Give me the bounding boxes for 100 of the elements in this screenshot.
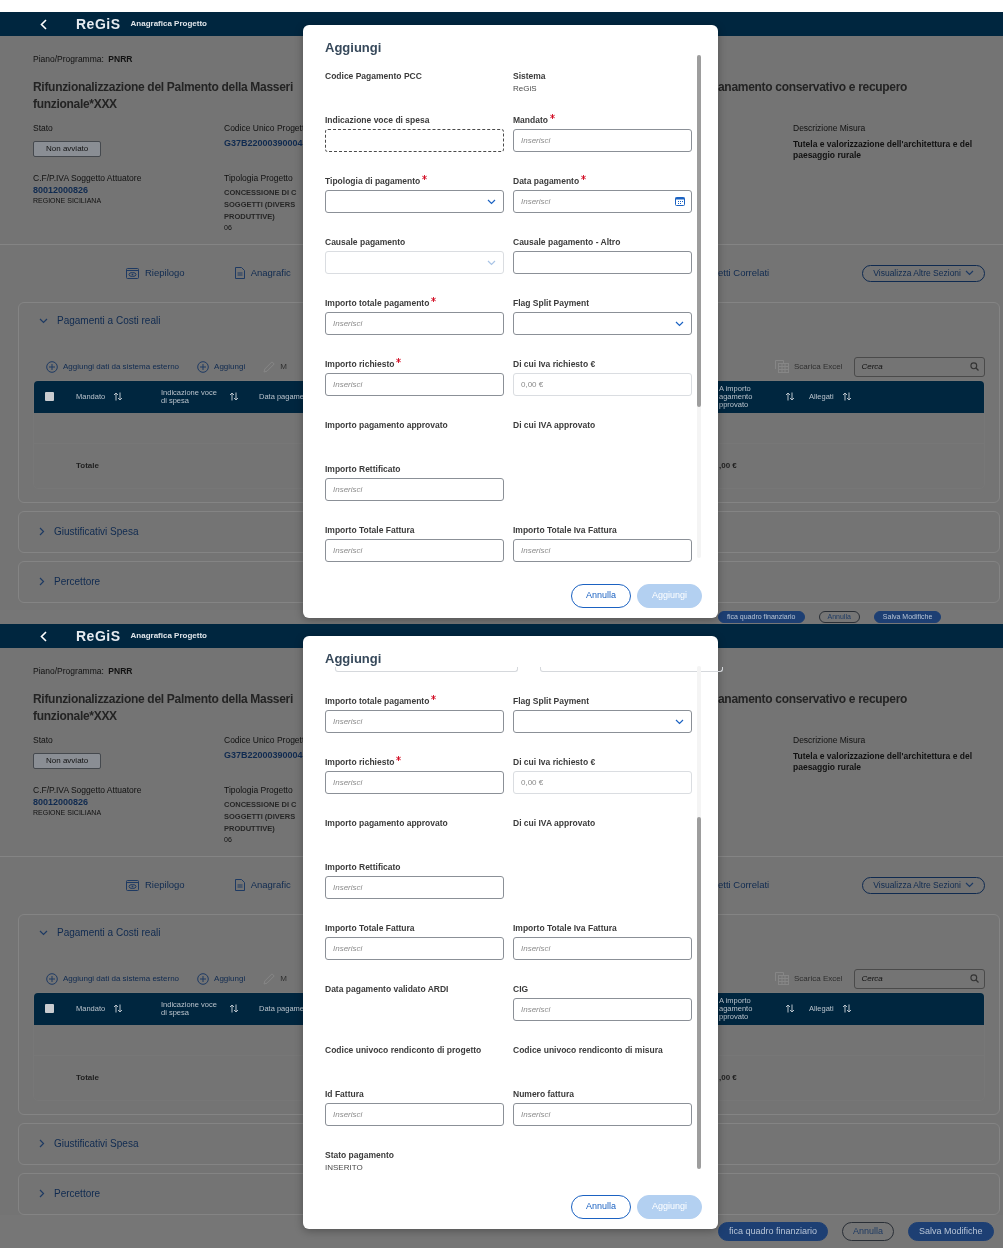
field-label: Id Fattura [325, 1088, 364, 1100]
input-field[interactable] [513, 251, 692, 274]
add-button[interactable]: Aggiungi dati da sistema esterno [46, 972, 180, 985]
nav-link[interactable]: etti Correlati [718, 266, 770, 281]
section-title[interactable]: Pagamenti a Costi reali [57, 925, 161, 941]
field-label: Importo Totale Fattura [325, 922, 415, 934]
dropdown-field[interactable] [513, 710, 692, 733]
document-icon [234, 267, 245, 280]
input-field[interactable]: Inserisci [513, 998, 692, 1021]
input-field[interactable]: Inserisci [325, 478, 504, 501]
cancel-button[interactable]: Annulla [570, 584, 631, 608]
sort-icon[interactable] [113, 1004, 124, 1014]
field-label: Stato [33, 123, 54, 134]
section-title[interactable]: Percettore [54, 1186, 101, 1202]
search-field[interactable]: Cerca [854, 356, 986, 377]
search-field[interactable]: Cerca [854, 968, 986, 989]
section-title[interactable]: Giustificativi Spesa [54, 524, 139, 540]
cup-link[interactable]: G37B22000390004 [224, 749, 305, 761]
scrollbar-thumb[interactable] [697, 816, 701, 1169]
section-title[interactable]: Percettore [54, 574, 101, 590]
chevron-down-icon[interactable] [39, 317, 48, 324]
input-field[interactable]: Inserisci [513, 937, 692, 960]
measure-value: Tutela e valorizzazione dell'architettura e del paesaggio rurale [793, 139, 973, 161]
add-button[interactable]: Aggiungi [197, 972, 246, 985]
sort-icon[interactable] [229, 392, 239, 402]
nav-link[interactable]: etti Correlati [718, 878, 770, 893]
field-value: ReGiS [513, 83, 538, 94]
sort-icon[interactable] [229, 1004, 239, 1014]
input-field[interactable]: Inserisci [325, 876, 504, 899]
input-field[interactable]: Inserisci [513, 539, 692, 562]
chevron-right-icon[interactable] [39, 1189, 45, 1199]
calendar-icon[interactable] [675, 196, 685, 206]
back-icon[interactable] [40, 630, 48, 642]
input-field[interactable]: Inserisci [325, 373, 504, 396]
nav-link[interactable]: Anagrafic [234, 266, 291, 281]
input-field[interactable]: Inserisci [513, 129, 692, 152]
plus-icon [197, 972, 210, 985]
plus-icon [197, 360, 210, 373]
input-field[interactable]: Inserisci [513, 1103, 692, 1126]
field-label: Importo richiesto [325, 756, 395, 768]
back-icon[interactable] [40, 18, 48, 30]
input-field[interactable]: Inserisci [325, 937, 504, 960]
status-badge: Non avviato [33, 753, 102, 769]
status-badge: Non avviato [33, 141, 102, 157]
section-title[interactable]: Pagamenti a Costi reali [57, 313, 161, 329]
input-field[interactable] [325, 129, 504, 152]
sort-icon[interactable] [841, 392, 852, 402]
checkbox[interactable] [45, 392, 54, 402]
action-button[interactable]: Salva Modifiche [908, 1222, 994, 1241]
input-field[interactable]: Inserisci [325, 312, 504, 335]
field-label: Stato pagamento [325, 1149, 394, 1161]
field-label: Importo totale pagamento [325, 297, 430, 309]
chevron-right-icon[interactable] [39, 527, 45, 537]
chevron-right-icon[interactable] [39, 577, 45, 587]
date-field[interactable]: Inserisci [513, 190, 692, 213]
field-label: Tipologia Progetto [224, 173, 294, 184]
implementer-link[interactable]: 80012000826 [33, 796, 224, 808]
input-field[interactable]: Inserisci [325, 1103, 504, 1126]
nav-link[interactable]: Anagrafic [234, 878, 291, 893]
dropdown-field[interactable] [513, 312, 692, 335]
field-label: Sistema [513, 70, 546, 82]
cup-link[interactable]: G37B22000390004 [224, 137, 305, 149]
field-label: Codice Unico Progett [224, 123, 305, 134]
field-label: Flag Split Payment [513, 695, 590, 707]
document-icon [234, 879, 245, 892]
logo-text: ReGiS [76, 626, 121, 646]
nav-link[interactable]: Riepilogo [126, 878, 185, 893]
chevron-down-icon[interactable] [39, 929, 48, 936]
field-label: Numero fattura [513, 1088, 574, 1100]
page-title: Anagrafica Progetto [130, 18, 207, 30]
add-button[interactable]: Aggiungi dati da sistema esterno [46, 360, 180, 373]
required-icon [422, 175, 428, 180]
input-field[interactable]: Inserisci [325, 710, 504, 733]
cancel-button[interactable]: Annulla [570, 1195, 631, 1219]
nav-link[interactable]: Riepilogo [126, 266, 185, 281]
sort-icon[interactable] [113, 392, 124, 402]
field-label: Importo totale pagamento [325, 695, 430, 707]
action-button[interactable]: fica quadro finanziario [718, 1222, 829, 1241]
field-label: Indicazione voce di spesa [325, 114, 430, 126]
input-field[interactable]: Inserisci [325, 771, 504, 794]
search-icon[interactable] [970, 973, 980, 983]
sort-icon[interactable] [841, 1004, 852, 1014]
sort-icon[interactable] [785, 392, 795, 402]
project-title: anamento conservativo e recupero [718, 79, 909, 96]
search-icon[interactable] [970, 361, 980, 371]
field-label: C.F/P.IVA Soggetto Attuatore [33, 785, 143, 796]
checkbox[interactable] [45, 1004, 54, 1014]
field-label: Causale pagamento - Altro [513, 236, 621, 248]
implementer-link[interactable]: 80012000826 [33, 184, 224, 196]
add-button[interactable]: Aggiungi [197, 360, 246, 373]
chevron-right-icon[interactable] [39, 1139, 45, 1149]
section-title[interactable]: Giustificativi Spesa [54, 1136, 139, 1152]
field-label: Descrizione Misura [793, 735, 867, 746]
measure-value: Tutela e valorizzazione dell'architettura e del paesaggio rurale [793, 751, 973, 773]
project-title: anamento conservativo e recupero [718, 691, 909, 708]
scrollbar-thumb[interactable] [697, 55, 701, 408]
dropdown-field[interactable] [325, 190, 504, 213]
field-label: Importo pagamento approvato [325, 419, 448, 431]
sort-icon[interactable] [785, 1004, 795, 1014]
input-field[interactable]: Inserisci [325, 539, 504, 562]
